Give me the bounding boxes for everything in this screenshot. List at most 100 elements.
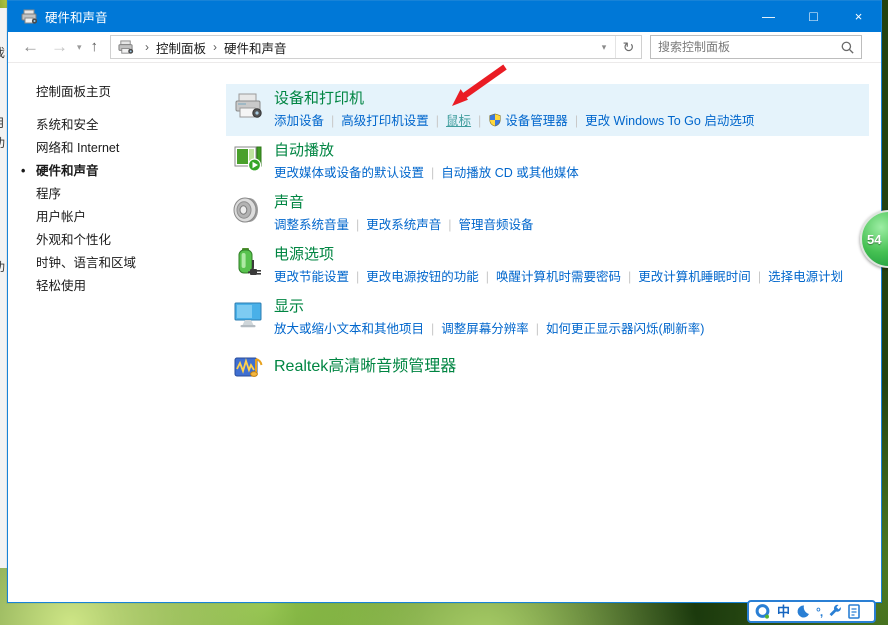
sidebar-item-home[interactable]: 控制面板主页 — [36, 81, 226, 100]
minimize-button[interactable]: — — [746, 1, 791, 32]
task-link[interactable]: 更改 Windows To Go 启动选项 — [585, 114, 754, 128]
task-link[interactable]: 调整系统音量 — [274, 218, 349, 232]
address-dropdown-icon[interactable]: ▾ — [593, 36, 615, 58]
sidebar-item[interactable]: 系统和安全 — [36, 114, 226, 137]
task-link[interactable]: 鼠标 — [446, 114, 471, 128]
task-link[interactable]: 自动播放 CD 或其他媒体 — [441, 166, 579, 180]
section-links: 添加设备|高级打印机设置|鼠标|设备管理器|更改 Windows To Go 启… — [274, 112, 754, 130]
section-links: 放大或缩小文本和其他项目|调整屏幕分辨率|如何更正显示器闪烁(刷新率) — [274, 320, 704, 338]
window-controls: — □ × — [746, 1, 881, 32]
section-sound: 声音调整系统音量|更改系统声音|管理音频设备 — [226, 188, 869, 240]
sidebar-list: 系统和安全网络和 Internet•硬件和声音程序用户帐户外观和个性化时钟、语言… — [36, 114, 226, 298]
task-link[interactable]: 更改电源按钮的功能 — [366, 270, 479, 284]
task-link[interactable]: 选择电源计划 — [768, 270, 843, 284]
task-link[interactable]: 高级打印机设置 — [341, 114, 429, 128]
navigation-bar: ← → ▾ ↑ › 控制面板 › 硬件和声音 ▾ ↻ — [8, 32, 881, 63]
section-autoplay: 自动播放更改媒体或设备的默认设置|自动播放 CD 或其他媒体 — [226, 136, 869, 188]
section-title-display[interactable]: 显示 — [274, 297, 304, 317]
task-link[interactable]: 更改媒体或设备的默认设置 — [274, 166, 424, 180]
control-panel-window: 硬件和声音 — □ × ← → ▾ ↑ › 控制面板 › 硬件和声音 ▾ ↻ — [7, 0, 882, 603]
link-separator: | — [751, 270, 768, 284]
search-input[interactable] — [651, 36, 861, 58]
task-link[interactable]: 唤醒计算机时需要密码 — [496, 270, 621, 284]
address-bar[interactable]: › 控制面板 › 硬件和声音 ▾ ↻ — [110, 35, 642, 59]
clipboard-icon[interactable] — [848, 604, 860, 620]
link-separator: | — [471, 114, 488, 128]
section-title-power-options[interactable]: 电源选项 — [274, 245, 334, 265]
ime-toolbar[interactable]: 中 °, — [747, 600, 876, 623]
link-separator: | — [479, 270, 496, 284]
ime-chinese-mode[interactable]: 中 — [777, 604, 790, 620]
printer-icon — [232, 90, 264, 122]
sidebar: 控制面板主页 系统和安全网络和 Internet•硬件和声音程序用户帐户外观和个… — [8, 64, 226, 602]
hardware-sound-icon — [21, 9, 38, 25]
punctuation-icon[interactable]: °, — [816, 604, 822, 620]
task-link[interactable]: 更改节能设置 — [274, 270, 349, 284]
sidebar-item[interactable]: 轻松使用 — [36, 275, 226, 298]
section-title-autoplay[interactable]: 自动播放 — [274, 141, 334, 161]
monitor-icon — [232, 298, 264, 330]
section-power-options: 电源选项更改节能设置|更改电源按钮的功能|唤醒计算机时需要密码|更改计算机睡眠时… — [226, 240, 869, 292]
speaker-icon — [232, 194, 264, 226]
sidebar-item[interactable]: 用户帐户 — [36, 206, 226, 229]
sidebar-item[interactable]: 网络和 Internet — [36, 137, 226, 160]
link-separator: | — [429, 114, 446, 128]
window-body: 控制面板主页 系统和安全网络和 Internet•硬件和声音程序用户帐户外观和个… — [8, 64, 881, 602]
search-box — [650, 35, 862, 59]
breadcrumb-control-panel[interactable]: 控制面板 — [156, 38, 206, 57]
search-icon[interactable] — [840, 40, 855, 55]
uac-shield-icon — [488, 113, 502, 127]
task-link[interactable]: 更改系统声音 — [366, 218, 441, 232]
task-link[interactable]: 更改计算机睡眠时间 — [638, 270, 751, 284]
section-links: 更改媒体或设备的默认设置|自动播放 CD 或其他媒体 — [274, 164, 579, 182]
sogou-logo-icon[interactable] — [755, 604, 771, 620]
sidebar-item[interactable]: 时钟、语言和区域 — [36, 252, 226, 275]
link-separator: | — [349, 218, 366, 232]
breadcrumb-hardware-sound[interactable]: 硬件和声音 — [224, 38, 287, 57]
forward-icon[interactable]: → — [45, 32, 74, 62]
moon-icon[interactable] — [796, 604, 810, 620]
link-separator: | — [324, 114, 341, 128]
link-separator: | — [424, 322, 441, 336]
desktop: 戏月功1功 硬件和声音 — □ × ← → ▾ ↑ › 控制面板 › 硬件和声音 — [0, 0, 888, 625]
task-link[interactable]: 如何更正显示器闪烁(刷新率) — [546, 322, 704, 336]
link-separator: | — [441, 218, 458, 232]
link-separator: | — [529, 322, 546, 336]
realtek-audio-icon — [232, 352, 264, 384]
section-devices-printers: 设备和打印机添加设备|高级打印机设置|鼠标|设备管理器|更改 Windows T… — [226, 84, 869, 136]
sidebar-item[interactable]: 外观和个性化 — [36, 229, 226, 252]
close-button[interactable]: × — [836, 1, 881, 32]
history-dropdown-icon[interactable]: ▾ — [74, 32, 85, 62]
back-icon[interactable]: ← — [16, 32, 45, 62]
up-icon[interactable]: ↑ — [85, 32, 105, 62]
section-title-sound[interactable]: 声音 — [274, 193, 304, 213]
badge-value: 54 — [867, 232, 881, 247]
task-link[interactable]: 放大或缩小文本和其他项目 — [274, 322, 424, 336]
section-realtek: Realtek高清晰音频管理器 — [226, 344, 869, 391]
wrench-icon[interactable] — [828, 604, 842, 620]
active-bullet-icon: • — [21, 160, 25, 183]
titlebar[interactable]: 硬件和声音 — □ × — [8, 1, 881, 32]
background-window-sliver: 戏月功1功 — [0, 8, 7, 568]
sidebar-item[interactable]: 程序 — [36, 183, 226, 206]
refresh-icon[interactable]: ↻ — [615, 36, 641, 58]
breadcrumb-separator: › — [138, 40, 156, 54]
task-link[interactable]: 设备管理器 — [488, 114, 568, 128]
link-separator: | — [349, 270, 366, 284]
window-title: 硬件和声音 — [45, 7, 108, 26]
link-separator: | — [621, 270, 638, 284]
section-title-devices-printers[interactable]: 设备和打印机 — [274, 89, 364, 109]
section-title-realtek[interactable]: Realtek高清晰音频管理器 — [274, 357, 456, 377]
section-links: 调整系统音量|更改系统声音|管理音频设备 — [274, 216, 534, 234]
sidebar-item[interactable]: •硬件和声音 — [36, 160, 226, 183]
maximize-button[interactable]: □ — [791, 1, 836, 32]
task-link[interactable]: 添加设备 — [274, 114, 324, 128]
sections: 设备和打印机添加设备|高级打印机设置|鼠标|设备管理器|更改 Windows T… — [226, 64, 881, 602]
link-separator: | — [424, 166, 441, 180]
task-link[interactable]: 管理音频设备 — [459, 218, 534, 232]
task-link[interactable]: 调整屏幕分辨率 — [441, 322, 529, 336]
link-separator: | — [568, 114, 585, 128]
breadcrumb-separator: › — [206, 40, 224, 54]
section-display: 显示放大或缩小文本和其他项目|调整屏幕分辨率|如何更正显示器闪烁(刷新率) — [226, 292, 869, 344]
autoplay-icon — [232, 142, 264, 174]
